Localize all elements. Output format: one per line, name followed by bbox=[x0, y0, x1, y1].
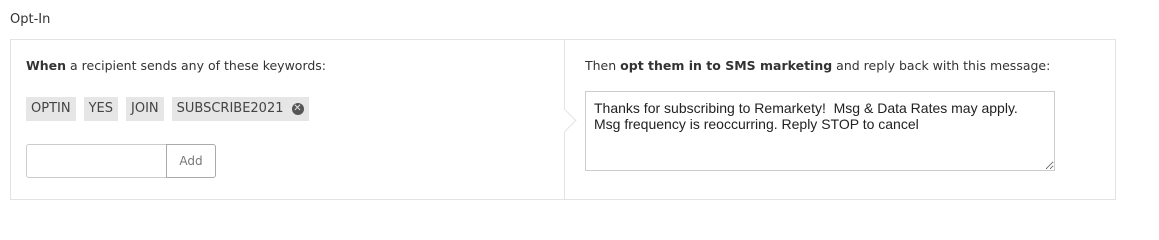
keyword-tag-join: JOIN bbox=[126, 97, 164, 121]
keyword-tag-optin: OPTIN bbox=[26, 97, 76, 121]
opt-in-panel: When a recipient sends any of these keyw… bbox=[10, 39, 1116, 200]
keyword-input[interactable] bbox=[26, 144, 166, 178]
reply-column: Then opt them in to SMS marketing and re… bbox=[565, 40, 1115, 199]
add-keyword-row: Add bbox=[26, 144, 216, 178]
keyword-tag-label: SUBSCRIBE2021 bbox=[176, 101, 284, 116]
keywords-column: When a recipient sends any of these keyw… bbox=[11, 40, 565, 199]
keyword-tag-subscribe2021: SUBSCRIBE2021 ✕ bbox=[171, 97, 309, 121]
keyword-tag-label: YES bbox=[88, 101, 113, 116]
instruction-suffix: and reply back with this message: bbox=[832, 58, 1051, 73]
instruction-action: opt them in to SMS marketing bbox=[620, 58, 833, 73]
keyword-tags: OPTIN YES JOIN SUBSCRIBE2021 ✕ bbox=[26, 97, 309, 121]
reply-message-textarea[interactable]: Thanks for subscribing to Remarkety! Msg… bbox=[585, 91, 1055, 171]
add-keyword-button[interactable]: Add bbox=[166, 144, 216, 178]
instruction-prefix: Then bbox=[585, 58, 621, 73]
section-title: Opt-In bbox=[10, 12, 51, 27]
close-circle-icon[interactable]: ✕ bbox=[291, 103, 304, 115]
keywords-instruction: When a recipient sends any of these keyw… bbox=[26, 58, 326, 73]
reply-instruction: Then opt them in to SMS marketing and re… bbox=[585, 58, 1050, 73]
instruction-text: a recipient sends any of these keywords: bbox=[66, 58, 327, 73]
keyword-tag-label: JOIN bbox=[131, 101, 159, 116]
keyword-tag-yes: YES bbox=[83, 97, 118, 121]
instruction-when: When bbox=[26, 58, 67, 73]
keyword-tag-label: OPTIN bbox=[31, 101, 71, 116]
